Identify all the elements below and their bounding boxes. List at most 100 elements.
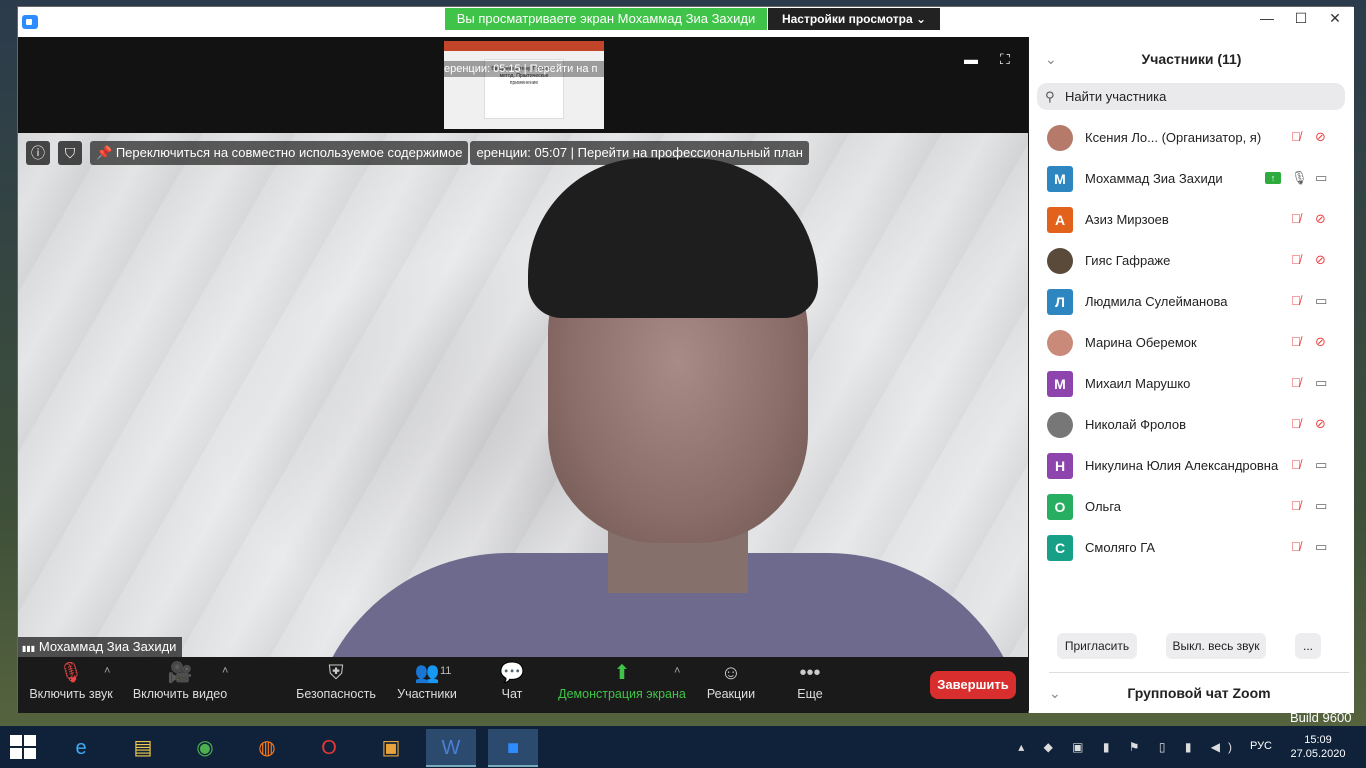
mute-all-button[interactable]: Выкл. весь звук (1166, 633, 1266, 659)
audio-options-caret[interactable]: ˄ (104, 665, 110, 677)
participant-row[interactable]: Л Людмила Сулейманова 🎙̸ ▭ (1029, 281, 1354, 322)
video-icon[interactable]: ▭ (1315, 457, 1327, 473)
mic-muted-icon[interactable]: 🎙̸ (1291, 334, 1301, 349)
avatar (1047, 330, 1073, 356)
mic-muted-icon[interactable]: 🎙̸ (1291, 252, 1301, 267)
archive-app-icon[interactable]: ▣ (366, 729, 416, 767)
meeting-stage: Введение в тему. Процесс и метод. Практи… (18, 37, 1028, 657)
video-off-icon[interactable]: ⊘ (1315, 252, 1326, 268)
maximize-button[interactable]: ☐ (1284, 7, 1318, 31)
internet-explorer-icon[interactable]: e (56, 729, 106, 767)
video-off-icon[interactable]: ⊘ (1315, 416, 1326, 432)
shared-screen-thumbnail[interactable]: Введение в тему. Процесс и метод. Практи… (444, 41, 604, 129)
participant-row[interactable]: Ксения Ло... (Организатор, я) 🎙̸ ⊘ (1029, 117, 1354, 158)
mic-icon[interactable]: 🎙 (1291, 170, 1308, 186)
participant-name: Смоляго ГА (1085, 540, 1156, 555)
video-icon[interactable]: ▭ (1315, 170, 1327, 186)
security-button[interactable]: ⛨ Безопасность (294, 657, 378, 713)
thumbnail-overlay-text: еренции: 05:15 | Перейти на п (444, 61, 604, 77)
minimize-button[interactable]: — (1250, 7, 1284, 31)
system-tray-icons[interactable]: ▴ ◆ ▣ ▮ ⚑ ▯ ▮ ◀) (1018, 740, 1240, 754)
mic-muted-icon[interactable]: 🎙̸ (1291, 375, 1301, 390)
share-screen-button[interactable]: ⬆ Демонстрация экрана (558, 657, 686, 713)
video-icon[interactable]: ▭ (1315, 293, 1327, 309)
group-chat-header[interactable]: ⌄ Групповой чат Zoom (1049, 672, 1349, 712)
reactions-label: Реакции (706, 687, 756, 701)
mic-muted-icon[interactable]: 🎙̸ (1291, 498, 1301, 513)
switch-text: Переключиться на совместно используемое … (115, 145, 463, 160)
mic-muted-icon[interactable]: 🎙̸ (1291, 457, 1301, 472)
speaker-video: ⓘ ⛉ 📌 Переключиться на совместно использ… (18, 133, 1028, 657)
pin-icon: 📌 (96, 145, 113, 160)
participant-row[interactable]: Гияс Гафраже 🎙̸ ⊘ (1029, 240, 1354, 281)
share-options-caret[interactable]: ˄ (674, 665, 680, 677)
participant-row[interactable]: О Ольга 🎙̸ ▭ (1029, 486, 1354, 527)
chevron-down-icon[interactable]: ⌄ (1045, 37, 1057, 81)
more-options-button[interactable]: ... (1295, 633, 1321, 659)
info-bar: ⓘ ⛉ 📌 Переключиться на совместно использ… (26, 141, 809, 167)
participant-row[interactable]: Марина Оберемок 🎙̸ ⊘ (1029, 322, 1354, 363)
share-screen-icon: ⬆ (613, 662, 631, 684)
screen-share-icon: ↑ (1265, 172, 1281, 184)
clock[interactable]: 15:09 27.05.2020 (1288, 733, 1348, 761)
participant-row[interactable]: А Азиз Мирзоев 🎙̸ ⊘ (1029, 199, 1354, 240)
speaker-name: Мохаммад Зиа Захиди (38, 639, 177, 654)
mic-muted-icon[interactable]: 🎙̸ (1291, 416, 1301, 431)
file-explorer-icon[interactable]: ▤ (118, 729, 168, 767)
zoom-taskbar-icon[interactable]: ■ (488, 729, 538, 767)
chat-button[interactable]: 💬 Чат (492, 657, 532, 713)
avatar: О (1047, 494, 1073, 520)
switch-to-shared-content[interactable]: 📌 Переключиться на совместно используемо… (90, 141, 469, 165)
start-video-label: Включить видео (132, 687, 228, 701)
participant-row[interactable]: Николай Фролов 🎙̸ ⊘ (1029, 404, 1354, 445)
chat-label: Чат (501, 687, 523, 701)
participant-row[interactable]: М Михаил Марушко 🎙̸ ▭ (1029, 363, 1354, 404)
end-meeting-button[interactable]: Завершить (930, 671, 1016, 699)
firefox-icon[interactable]: ◍ (242, 729, 292, 767)
participant-search-input[interactable]: ⚲ Найти участника (1037, 83, 1345, 110)
participants-list: Ксения Ло... (Организатор, я) 🎙̸ ⊘ М Мохамма… (1029, 117, 1354, 568)
start-video-button[interactable]: 🎥 Включить видео (130, 657, 230, 713)
video-icon[interactable]: ▭ (1315, 375, 1327, 391)
reactions-button[interactable]: ☺ Реакции (704, 657, 758, 713)
info-icon[interactable]: ⓘ (26, 141, 50, 165)
word-icon[interactable]: W (426, 729, 476, 767)
more-button[interactable]: ••• Еще (790, 657, 830, 713)
view-layout-icon[interactable]: ▬ (964, 51, 982, 67)
clock-date: 27.05.2020 (1290, 748, 1346, 760)
chevron-down-icon: ⌄ (1049, 685, 1061, 701)
unmute-button[interactable]: 🎙 Включить звук (28, 657, 114, 713)
participant-row[interactable]: М Мохаммад Зиа Захиди ↑ 🎙 ▭ (1029, 158, 1354, 199)
video-off-icon[interactable]: ⊘ (1315, 211, 1326, 227)
windows-start-icon[interactable] (10, 735, 36, 759)
view-settings-button[interactable]: Настройки просмотра ⌄ (768, 8, 940, 30)
video-options-caret[interactable]: ˄ (222, 665, 228, 677)
participant-row[interactable]: С Смоляго ГА 🎙̸ ▭ (1029, 527, 1354, 568)
participant-row[interactable]: Н Никулина Юлия Александровна 🎙̸ ▭ (1029, 445, 1354, 486)
opera-icon[interactable]: O (304, 729, 354, 767)
participant-name: Ольга (1085, 499, 1122, 514)
fullscreen-icon[interactable]: ⛶ (1000, 51, 1018, 67)
mic-muted-icon[interactable]: 🎙̸ (1291, 293, 1301, 308)
video-off-icon[interactable]: ⊘ (1315, 129, 1326, 145)
participant-name: Мохаммад Зиа Захиди (1085, 171, 1223, 186)
invite-button[interactable]: Пригласить (1057, 633, 1137, 659)
video-off-icon[interactable]: ⊘ (1315, 334, 1326, 350)
signal-icon: ▮▮▮ (22, 644, 36, 653)
mic-muted-icon[interactable]: 🎙̸ (1291, 129, 1301, 144)
participant-name: Николай Фролов (1085, 417, 1187, 432)
speaker-name-label: ▮▮▮ Мохаммад Зиа Захиди (18, 637, 183, 657)
video-icon[interactable]: ▭ (1315, 539, 1327, 555)
shield-icon: ⛨ (328, 662, 344, 684)
close-button[interactable]: ✕ (1318, 7, 1352, 31)
chrome-icon[interactable]: ◉ (180, 729, 230, 767)
video-icon[interactable]: ▭ (1315, 498, 1327, 514)
build-watermark: Build 9600 (1290, 710, 1352, 725)
language-indicator[interactable]: РУС (1250, 740, 1272, 752)
mic-muted-icon[interactable]: 🎙̸ (1291, 211, 1301, 226)
mic-muted-icon[interactable]: 🎙̸ (1291, 539, 1301, 554)
shield-icon[interactable]: ⛉ (58, 141, 82, 165)
chat-icon: 💬 (499, 662, 525, 684)
avatar: С (1047, 535, 1073, 561)
avatar (1047, 125, 1073, 151)
